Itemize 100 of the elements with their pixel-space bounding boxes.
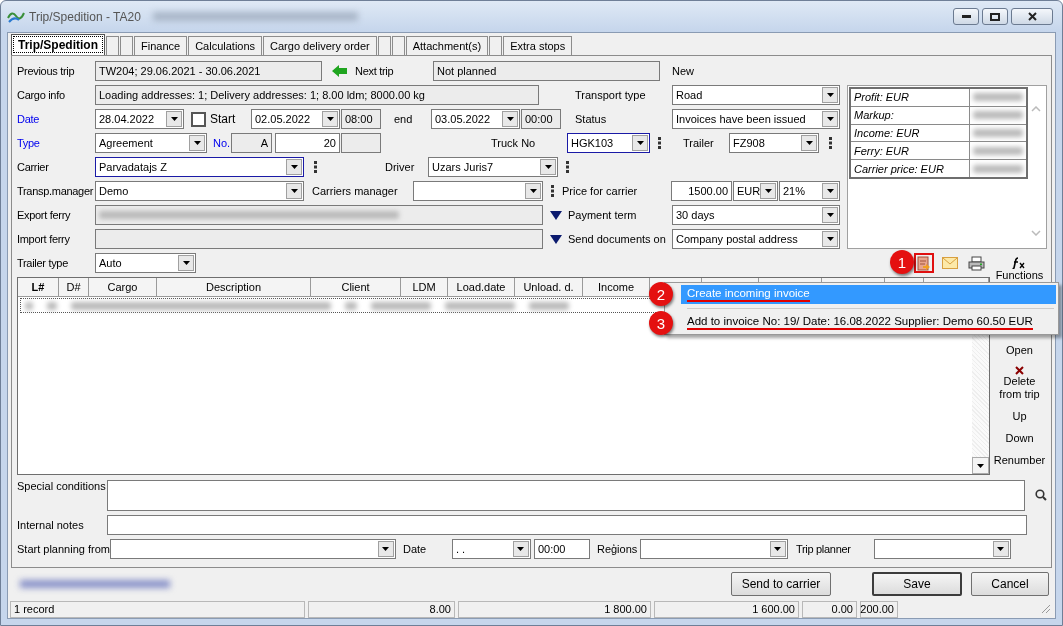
read-only-field[interactable]: Loading addresses: 1; Delivery addresses: 1; 8.00 ldm; 8000.00 kg (95, 85, 539, 105)
dropdown[interactable]: 30 days (672, 205, 840, 225)
dropdown[interactable]: Demo (95, 181, 304, 201)
resize-grip-icon[interactable] (1041, 604, 1051, 614)
scroll-down-button[interactable] (972, 457, 989, 474)
invoice-button[interactable] (914, 253, 934, 273)
read-only-field[interactable]: TW204; 29.06.2021 - 30.06.2021 (95, 61, 322, 81)
text-field[interactable]: 20 (275, 133, 340, 153)
text-field[interactable] (341, 133, 381, 153)
dialog-button[interactable]: Save (872, 572, 962, 596)
delete-button[interactable]: Delete from trip (992, 366, 1047, 401)
dropdown[interactable]: Uzars Juris7 (428, 157, 558, 177)
action-button[interactable]: Down (1005, 432, 1034, 445)
field-link[interactable]: Date (17, 113, 95, 125)
blurred-text (973, 146, 1023, 155)
more-options-icon[interactable] (658, 137, 661, 149)
dropdown[interactable]: Auto (95, 253, 196, 273)
menu-item[interactable]: Add to invoice No: 19/ Date: 16.08.2022 Supplier: Demo 60.50 EUR (681, 313, 1056, 332)
print-button[interactable] (966, 253, 986, 273)
column-header[interactable]: L# (18, 278, 59, 297)
dropdown[interactable] (109, 539, 396, 559)
action-button[interactable]: Up (1012, 410, 1027, 423)
blurred-text (973, 129, 1023, 137)
column-header[interactable]: Load.date (448, 278, 515, 297)
more-options-icon[interactable] (829, 137, 832, 149)
tab[interactable] (106, 36, 119, 55)
dropdown[interactable]: 28.04.2022 (95, 109, 184, 129)
status-cell: 8.00 (308, 600, 455, 618)
dropdown[interactable]: 21% (779, 181, 840, 201)
delete-icon (1015, 366, 1024, 375)
caret-icon (517, 547, 525, 551)
tab[interactable] (489, 36, 503, 55)
tab[interactable] (120, 36, 133, 55)
column-header[interactable]: Cargo (89, 278, 157, 297)
dropdown[interactable]: HGK103 (567, 133, 650, 153)
field-link[interactable]: No. (213, 137, 231, 149)
tab[interactable]: Attachment(s) (405, 36, 489, 55)
dropdown[interactable] (639, 539, 788, 559)
tab[interactable]: Extra stops (503, 36, 573, 55)
more-options-icon[interactable] (566, 161, 569, 173)
dropdown[interactable]: Company postal address (672, 229, 840, 249)
caret-icon (764, 189, 772, 193)
more-options-icon[interactable] (314, 161, 317, 173)
dropdown[interactable]: . . (451, 539, 531, 559)
field-label: Import ferry (17, 233, 71, 245)
tab[interactable]: Trip/Spedition (11, 34, 105, 55)
text-field[interactable]: A (231, 133, 272, 153)
field-label: Transport type (575, 89, 647, 101)
column-header[interactable]: D# (59, 278, 89, 297)
tab[interactable] (391, 36, 405, 55)
search-icon[interactable] (1035, 489, 1047, 501)
text-field[interactable]: 00:00 (521, 109, 561, 129)
column-header[interactable]: Unload. d. (515, 278, 583, 297)
column-header[interactable]: Income (583, 278, 650, 297)
column-header[interactable]: Description (157, 278, 311, 297)
left-arrow-icon[interactable] (332, 65, 348, 77)
minimize-button[interactable] (953, 8, 979, 25)
action-button[interactable]: Renumber (993, 454, 1046, 467)
field-label: Trailer type (17, 257, 69, 269)
down-arrow-icon[interactable] (550, 210, 562, 220)
text-field[interactable] (107, 515, 1027, 535)
tab[interactable] (377, 36, 391, 55)
read-only-field[interactable] (95, 229, 543, 249)
dropdown[interactable]: EUR (733, 181, 778, 201)
dropdown[interactable]: Agreement (95, 133, 207, 153)
dropdown[interactable]: 02.05.2022 (251, 109, 340, 129)
dropdown[interactable]: FZ908 (729, 133, 819, 153)
tab[interactable]: Cargo delivery order (263, 36, 377, 55)
tab[interactable]: Calculations (188, 36, 263, 55)
dropdown[interactable]: 03.05.2022 (431, 109, 520, 129)
dialog-button[interactable]: Send to carrier (731, 572, 831, 596)
close-button[interactable] (1011, 8, 1053, 25)
column-header[interactable]: LDM (401, 278, 448, 297)
functions-button[interactable]: Functions (995, 257, 1044, 282)
summary-label: Income: EUR (850, 124, 970, 142)
text-field[interactable]: 00:00 (533, 539, 590, 559)
blurred-text (973, 111, 1023, 120)
dropdown[interactable] (873, 539, 1011, 559)
field-label: Trailer (683, 137, 715, 149)
dropdown[interactable]: Road (672, 85, 840, 105)
field-label: Start planning from (17, 543, 110, 555)
text-field[interactable]: 08:00 (341, 109, 381, 129)
text-field[interactable]: 1500.00 (671, 181, 732, 201)
caret-icon (826, 213, 834, 217)
tab[interactable]: Finance (134, 36, 188, 55)
dropdown[interactable]: Parvadatajs Z (95, 157, 304, 177)
dialog-button[interactable]: Cancel (971, 572, 1049, 596)
read-only-field[interactable]: Not planned (433, 61, 660, 81)
column-header[interactable]: Client (311, 278, 401, 297)
caret-icon (826, 237, 834, 241)
dropdown[interactable] (413, 181, 543, 201)
dropdown[interactable]: Invoices have been issued (672, 109, 840, 129)
down-arrow-icon[interactable] (550, 234, 562, 244)
field-link[interactable]: Type (17, 137, 95, 149)
start-checkbox[interactable]: Start (191, 111, 251, 127)
caret-icon (544, 165, 552, 169)
text-area[interactable] (107, 480, 1026, 511)
action-button[interactable]: Open (1006, 344, 1033, 357)
maximize-button[interactable] (982, 8, 1008, 25)
more-options-icon[interactable] (551, 185, 554, 197)
